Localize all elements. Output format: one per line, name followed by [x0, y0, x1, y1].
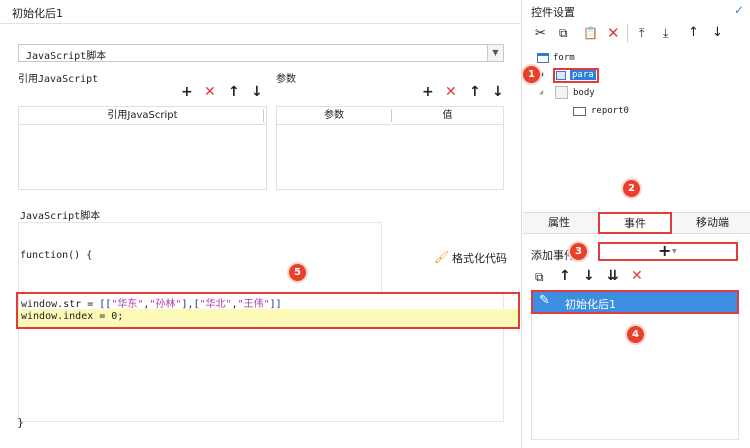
editor-title-bar: 初始化后1: [0, 0, 522, 24]
move-bottom-icon[interactable]: ⤓: [663, 26, 668, 41]
code-annotation-box: [16, 292, 520, 329]
move-down-icon[interactable]: ↓: [583, 268, 595, 284]
tab-mobile[interactable]: 移动端: [675, 213, 750, 233]
widget-toolbar: ✂ ⧉ 📋 ✕ ⤒ ⤓ ↑ ↓: [531, 24, 741, 44]
move-up-icon[interactable]: ↑: [559, 268, 571, 284]
brush-icon: 🖌: [434, 250, 450, 264]
tab-events[interactable]: 事件: [598, 212, 672, 234]
event-item-selected[interactable]: ✎ 初始化后1: [531, 290, 739, 314]
column-divider: [263, 109, 264, 122]
pencil-icon: ✎: [539, 293, 550, 308]
closing-brace: }: [17, 416, 24, 429]
toolbar-divider: [627, 24, 628, 42]
params-table: 参数 值: [276, 106, 504, 190]
delete-icon[interactable]: ✕: [204, 85, 216, 99]
ref-js-table-header: 引用JavaScript: [19, 107, 266, 125]
tab-properties[interactable]: 属性: [523, 213, 595, 233]
script-type-select[interactable]: JavaScript脚本 ▼: [18, 44, 504, 62]
params-col-name: 参数: [277, 107, 391, 125]
delete-icon[interactable]: ✕: [631, 268, 643, 284]
paste-icon[interactable]: 📋: [583, 26, 598, 40]
format-code-label: 格式化代码: [452, 252, 507, 265]
ref-js-label: 引用JavaScript: [18, 74, 99, 85]
delete-icon[interactable]: ✕: [607, 24, 620, 42]
add-event-label: 添加事件: [531, 249, 575, 262]
copy-icon[interactable]: ⧉: [535, 270, 544, 285]
plus-icon: +: [658, 241, 672, 260]
callout-5: 5: [289, 264, 306, 281]
move-up-icon[interactable]: ↑: [228, 85, 240, 99]
move-up-icon[interactable]: ↑: [469, 85, 481, 99]
event-toolbar: ⧉ ↑ ↓ ⇊ ✕: [531, 268, 741, 288]
script-section-label: JavaScript脚本: [20, 211, 101, 222]
callout-2: 2: [623, 180, 640, 197]
copy-icon[interactable]: ⧉: [559, 26, 568, 41]
params-col-value: 值: [392, 107, 503, 125]
add-event-button[interactable]: + ▼: [598, 241, 738, 261]
callout-1: 1: [523, 66, 540, 83]
widget-settings-title: 控件设置: [531, 6, 575, 19]
event-item-label: 初始化后1: [565, 298, 616, 311]
delete-icon[interactable]: ✕: [445, 85, 457, 99]
form-icon: [537, 53, 549, 63]
move-down-icon[interactable]: ↓: [492, 85, 504, 99]
move-top-icon[interactable]: ⤒: [639, 26, 644, 41]
report-icon: [573, 107, 586, 116]
ref-js-toolbar: + ✕ ↑ ↓: [181, 85, 267, 101]
checkmark-icon[interactable]: ✓: [734, 3, 744, 17]
function-signature: function() {: [20, 250, 93, 261]
add-icon[interactable]: +: [181, 85, 193, 99]
body-icon: [555, 86, 568, 99]
move-down-icon[interactable]: ↓: [712, 25, 723, 40]
add-icon[interactable]: +: [422, 85, 434, 99]
para-icon: [556, 71, 566, 80]
collapse-arrow-icon[interactable]: ◢: [539, 88, 543, 96]
params-toolbar: + ✕ ↑ ↓: [422, 85, 508, 101]
settings-tabs: 属性 事件 移动端: [523, 212, 750, 234]
move-up-icon[interactable]: ↑: [688, 25, 699, 40]
ref-js-table: 引用JavaScript: [18, 106, 267, 190]
move-down-icon[interactable]: ↓: [251, 85, 263, 99]
chevron-down-icon: ▼: [672, 248, 677, 255]
script-type-value: JavaScript脚本: [26, 51, 107, 62]
callout-4: 4: [627, 326, 644, 343]
callout-3: 3: [570, 243, 587, 260]
cut-icon[interactable]: ✂: [535, 26, 546, 41]
sort-icon[interactable]: ⇊: [607, 268, 619, 284]
params-label: 参数: [276, 74, 296, 85]
editor-title: 初始化后1: [12, 7, 63, 20]
chevron-down-icon[interactable]: ▼: [487, 45, 503, 61]
